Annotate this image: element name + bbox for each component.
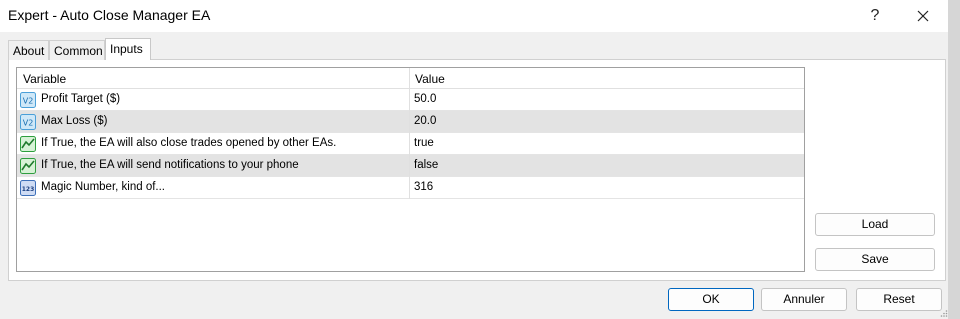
variable-name: Profit Target ($)	[41, 93, 121, 105]
double-value-icon: V2	[20, 114, 36, 130]
variable-value[interactable]: 20.0	[414, 115, 436, 127]
boolean-chart-icon	[20, 136, 36, 152]
reset-button[interactable]: Reset	[856, 288, 942, 311]
column-header-variable[interactable]: Variable	[23, 72, 66, 86]
column-divider[interactable]	[409, 68, 410, 199]
double-value-icon: V2	[20, 92, 36, 108]
boolean-chart-icon	[20, 158, 36, 174]
close-icon	[917, 10, 929, 22]
variable-name: If True, the EA will send notifications …	[41, 159, 299, 171]
inputs-table: Variable Value V2 Profit Target ($) 50.0…	[16, 67, 805, 272]
table-header: Variable Value	[17, 68, 804, 89]
close-button[interactable]	[900, 0, 946, 32]
help-icon: ?	[870, 7, 880, 24]
ok-button[interactable]: OK	[668, 288, 754, 311]
expert-dialog: Expert - Auto Close Manager EA ? About C…	[0, 0, 948, 319]
variable-name: Max Loss ($)	[41, 115, 108, 127]
tab-about[interactable]: About	[8, 40, 49, 60]
tab-common[interactable]: Common	[49, 40, 105, 60]
variable-name: Magic Number, kind of...	[41, 181, 165, 193]
variable-name: If True, the EA will also close trades o…	[41, 137, 337, 149]
column-header-value[interactable]: Value	[415, 72, 445, 86]
table-row[interactable]: 123 Magic Number, kind of... 316	[17, 177, 804, 199]
cancel-button[interactable]: Annuler	[761, 288, 847, 311]
svg-text:V2: V2	[23, 97, 34, 106]
help-button[interactable]: ?	[852, 0, 898, 32]
variable-value[interactable]: true	[414, 137, 434, 149]
integer-value-icon: 123	[20, 180, 36, 196]
svg-text:123: 123	[22, 186, 35, 193]
save-button[interactable]: Save	[815, 248, 935, 271]
background-window-edge	[948, 0, 960, 319]
table-row[interactable]: If True, the EA will send notifications …	[17, 155, 804, 177]
variable-value[interactable]: false	[414, 159, 438, 171]
table-row[interactable]: V2 Profit Target ($) 50.0	[17, 89, 804, 111]
resize-grip-icon[interactable]	[940, 309, 948, 317]
window-title: Expert - Auto Close Manager EA	[8, 7, 211, 23]
variable-value[interactable]: 50.0	[414, 93, 436, 105]
svg-text:V2: V2	[23, 119, 34, 128]
table-row[interactable]: V2 Max Loss ($) 20.0	[17, 111, 804, 133]
table-row[interactable]: If True, the EA will also close trades o…	[17, 133, 804, 155]
variable-value[interactable]: 316	[414, 181, 433, 193]
title-bar[interactable]: Expert - Auto Close Manager EA ?	[0, 0, 948, 32]
load-button[interactable]: Load	[815, 213, 935, 236]
tab-inputs[interactable]: Inputs	[105, 38, 151, 60]
